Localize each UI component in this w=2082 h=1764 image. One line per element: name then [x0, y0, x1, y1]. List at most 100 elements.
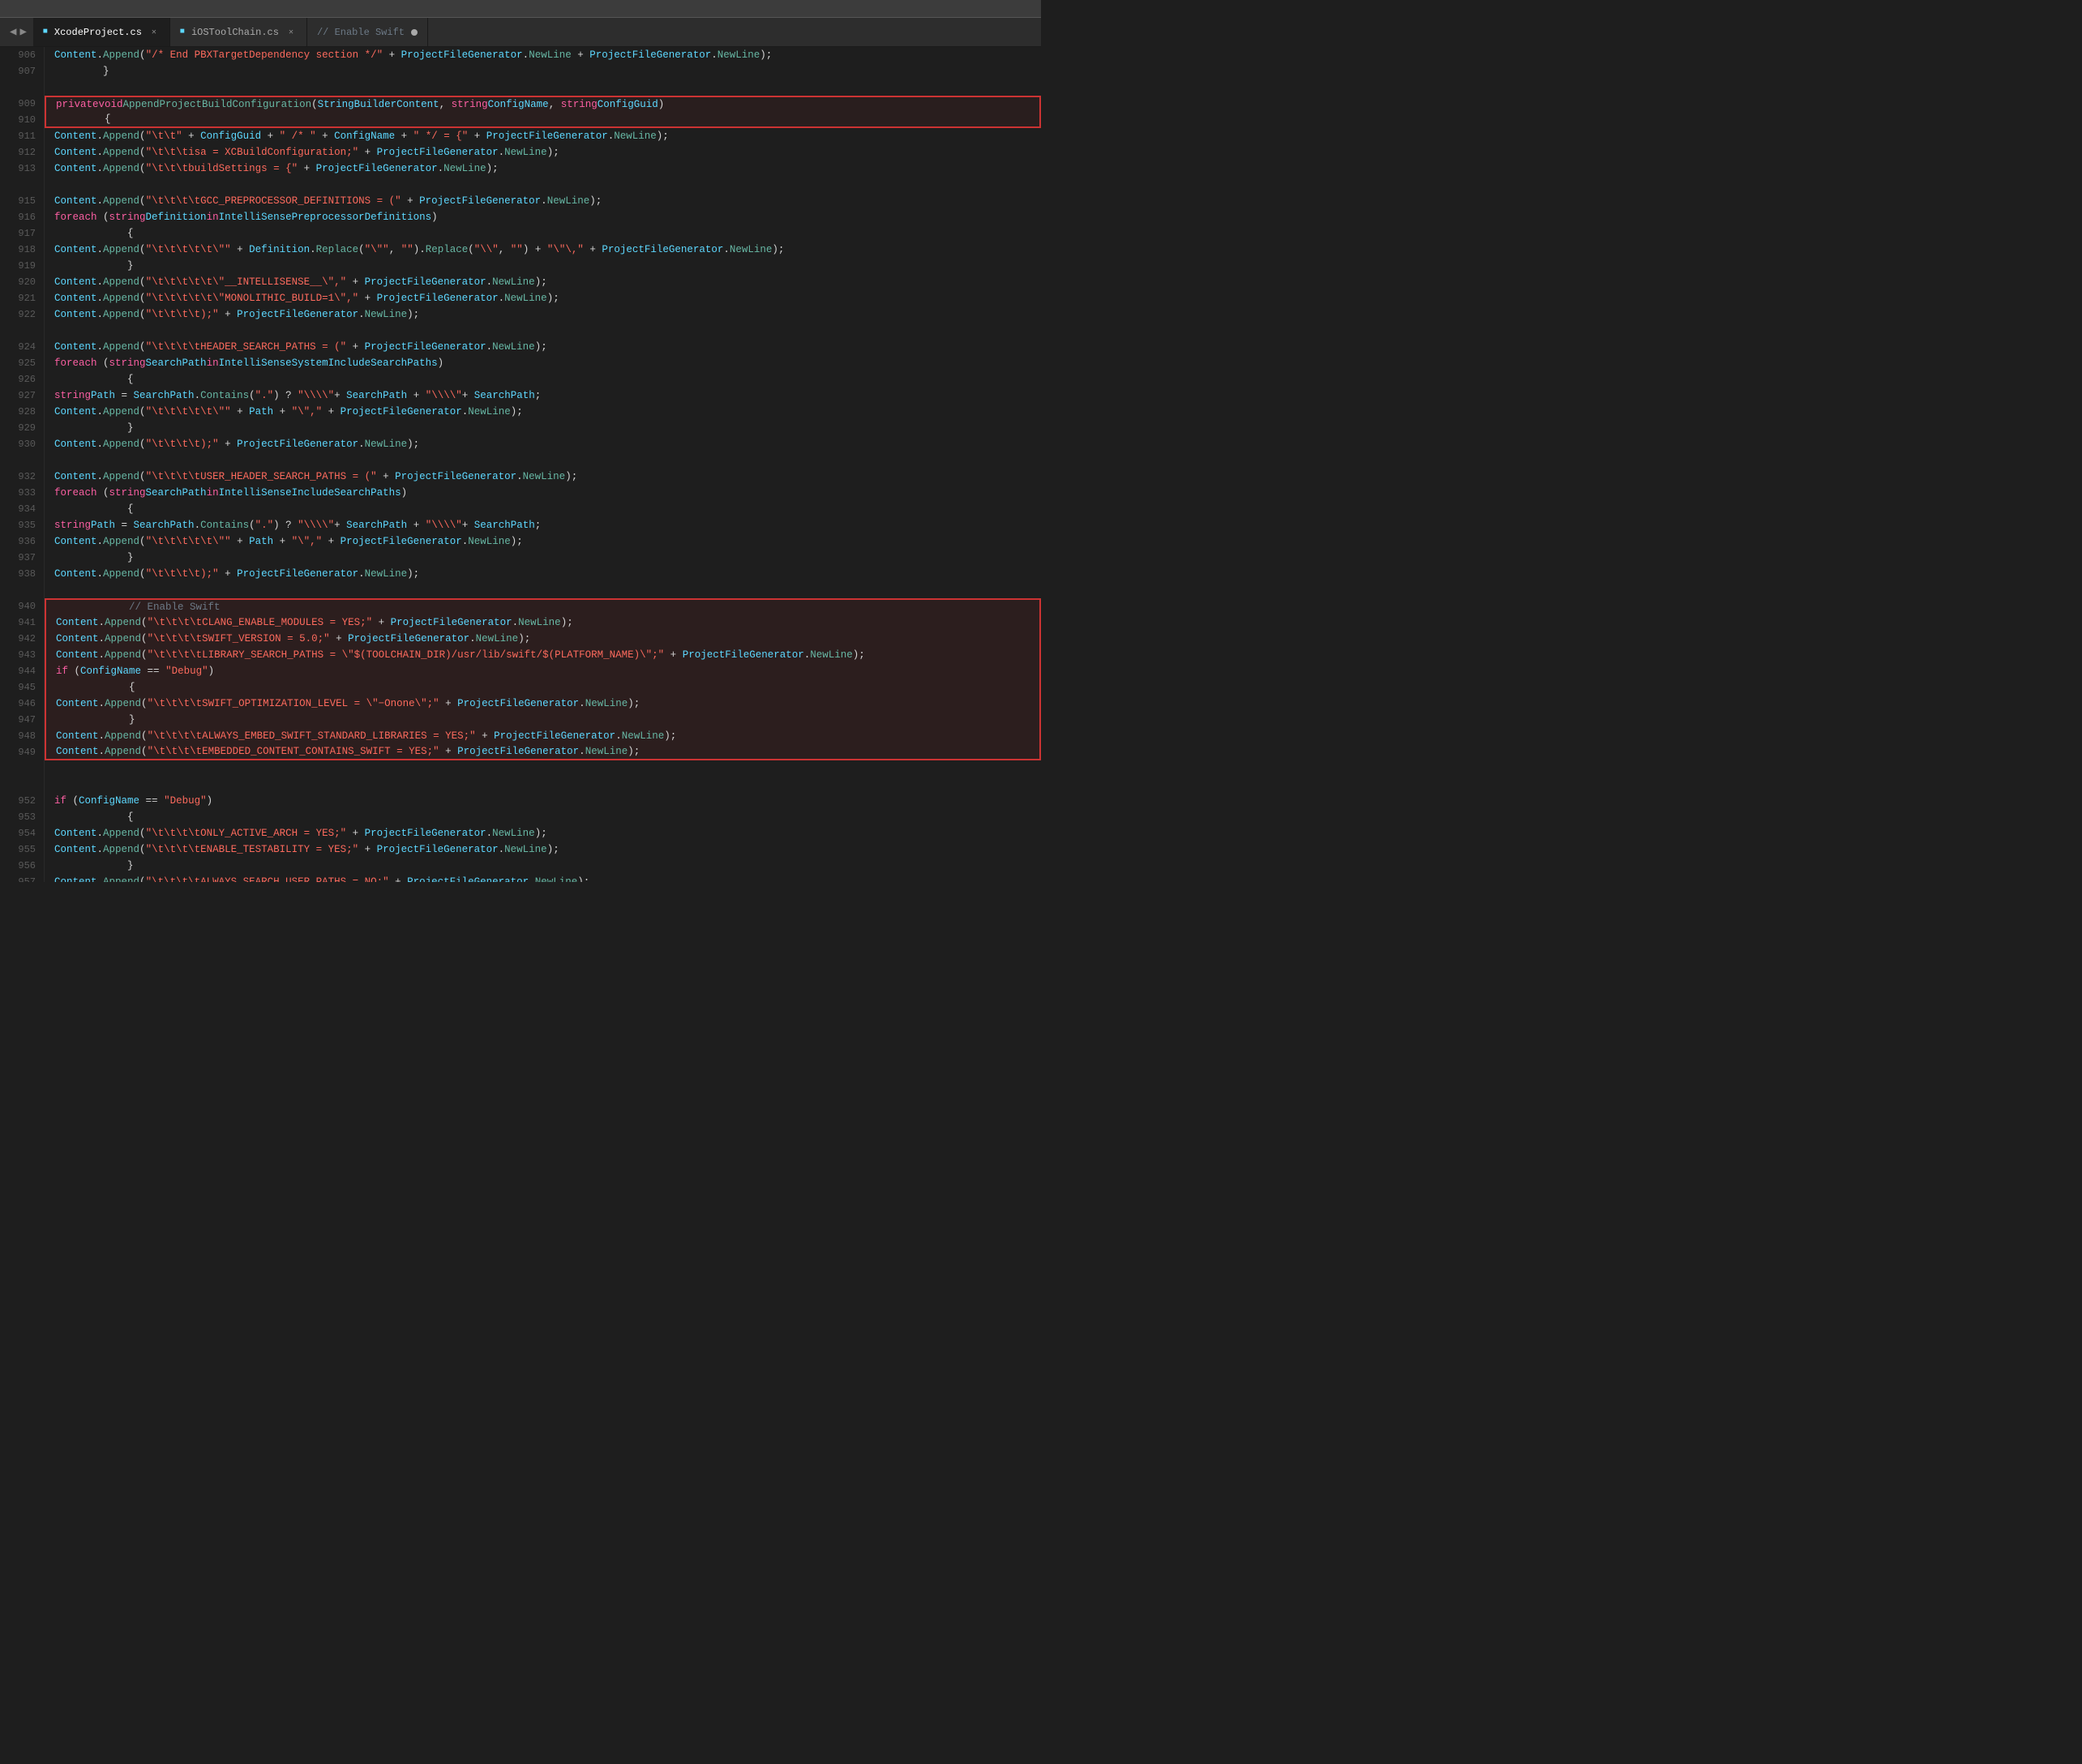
table-row: 942 Content.Append("\t\t\t\tSWIFT_VERSIO… [0, 631, 1041, 647]
table-row: 912 Content.Append("\t\t\tisa = XCBuildC… [0, 144, 1041, 161]
line-content: Content.Append("\t\t\t\tONLY_ACTIVE_ARCH… [45, 825, 1041, 841]
line-number: 933 [0, 485, 45, 501]
line-number: 954 [0, 825, 45, 841]
tab-unsaved-dot [411, 29, 418, 36]
line-number: 927 [0, 387, 45, 404]
line-number: 926 [0, 371, 45, 387]
line-number: 943 [0, 647, 45, 663]
table-row: 952 if (ConfigName == "Debug") [0, 793, 1041, 809]
table-row: 907 } [0, 63, 1041, 79]
line-content: Content.Append("\t\t\t\tALWAYS_EMBED_SWI… [45, 728, 1041, 744]
line-number: 953 [0, 809, 45, 825]
line-content [45, 582, 1041, 598]
table-row: 919 } [0, 258, 1041, 274]
line-content: { [45, 371, 1041, 387]
table-row: 929 } [0, 420, 1041, 436]
table-row [0, 777, 1041, 793]
line-number: 911 [0, 128, 45, 144]
tab-bar: ◀ ▶ ■ XcodeProject.cs ✕ ■ iOSToolChain.c… [0, 18, 1041, 47]
table-row: 944 if (ConfigName == "Debug") [0, 663, 1041, 679]
table-row: 922 Content.Append("\t\t\t\t);" + Projec… [0, 306, 1041, 323]
line-content: Content.Append("\t\t" + ConfigGuid + " /… [45, 128, 1041, 144]
table-row: 913 Content.Append("\t\t\tbuildSettings … [0, 161, 1041, 177]
line-content: } [45, 420, 1041, 436]
tab-xcode-project[interactable]: ■ XcodeProject.cs ✕ [33, 18, 170, 46]
code-wrapper: 906 Content.Append("/* End PBXTargetDepe… [0, 47, 1041, 882]
line-number: 929 [0, 420, 45, 436]
code-editor[interactable]: 906 Content.Append("/* End PBXTargetDepe… [0, 47, 1041, 882]
table-row: 948 Content.Append("\t\t\t\tALWAYS_EMBED… [0, 728, 1041, 744]
line-number: 919 [0, 258, 45, 274]
line-number: 947 [0, 712, 45, 728]
main-window: ◀ ▶ ■ XcodeProject.cs ✕ ■ iOSToolChain.c… [0, 0, 1041, 882]
tab-iostoolchain[interactable]: ■ iOSToolChain.cs ✕ [170, 18, 307, 46]
line-number: 934 [0, 501, 45, 517]
table-row: 916 foreach (string Definition in Intell… [0, 209, 1041, 225]
table-row [0, 177, 1041, 193]
table-row: 921 Content.Append("\t\t\t\t\t\"MONOLITH… [0, 290, 1041, 306]
line-content: } [45, 858, 1041, 874]
line-content: { [45, 679, 1041, 696]
line-number [0, 452, 45, 469]
line-number: 937 [0, 550, 45, 566]
line-content [45, 760, 1041, 777]
table-row: 937 } [0, 550, 1041, 566]
line-number: 920 [0, 274, 45, 290]
nav-arrows[interactable]: ◀ ▶ [3, 18, 33, 46]
line-number: 918 [0, 242, 45, 258]
line-content: Content.Append("\t\t\t\tENABLE_TESTABILI… [45, 841, 1041, 858]
line-content: Content.Append("\t\t\t\tSWIFT_OPTIMIZATI… [45, 696, 1041, 712]
table-row: 918 Content.Append("\t\t\t\t\t\"" + Defi… [0, 242, 1041, 258]
line-content: string Path = SearchPath.Contains(".") ?… [45, 517, 1041, 533]
table-row: 933 foreach (string SearchPath in Intell… [0, 485, 1041, 501]
nav-back-icon[interactable]: ◀ [10, 25, 16, 39]
line-content: Content.Append("/* End PBXTargetDependen… [45, 47, 1041, 63]
line-number [0, 177, 45, 193]
table-row [0, 582, 1041, 598]
line-content: Content.Append("\t\t\t\tALWAYS_SEARCH_US… [45, 874, 1041, 882]
line-number: 925 [0, 355, 45, 371]
line-content: Content.Append("\t\t\t\tLIBRARY_SEARCH_P… [45, 647, 1041, 663]
tab-close-icon[interactable]: ✕ [148, 27, 160, 38]
table-row: 910 { [0, 112, 1041, 128]
line-content: } [45, 550, 1041, 566]
line-number: 956 [0, 858, 45, 874]
line-number: 935 [0, 517, 45, 533]
line-content: { [45, 112, 1041, 128]
line-number: 915 [0, 193, 45, 209]
tab-icon2: ■ [180, 28, 185, 36]
line-content: } [45, 712, 1041, 728]
line-content: Content.Append("\t\t\t\t);" + ProjectFil… [45, 436, 1041, 452]
line-number: 946 [0, 696, 45, 712]
table-row: 935 string Path = SearchPath.Contains(".… [0, 517, 1041, 533]
line-content: Content.Append("\t\t\t\t\t\"" + Path + "… [45, 404, 1041, 420]
line-number: 941 [0, 614, 45, 631]
line-content: Content.Append("\t\t\t\t\t\"" + Definiti… [45, 242, 1041, 258]
line-number [0, 79, 45, 96]
line-number: 912 [0, 144, 45, 161]
table-row: 925 foreach (string SearchPath in Intell… [0, 355, 1041, 371]
table-row: 917 { [0, 225, 1041, 242]
line-number: 930 [0, 436, 45, 452]
line-content: Content.Append("\t\t\t\t\t\"MONOLITHIC_B… [45, 290, 1041, 306]
tab-close-icon2[interactable]: ✕ [285, 27, 297, 38]
table-row: 957 Content.Append("\t\t\t\tALWAYS_SEARC… [0, 874, 1041, 882]
tab-label: XcodeProject.cs [54, 27, 142, 38]
line-content: string Path = SearchPath.Contains(".") ?… [45, 387, 1041, 404]
line-number: 944 [0, 663, 45, 679]
nav-forward-icon[interactable]: ▶ [19, 25, 26, 39]
line-content: { [45, 225, 1041, 242]
line-content: { [45, 501, 1041, 517]
table-row [0, 760, 1041, 777]
line-number [0, 323, 45, 339]
tab-enable-swift[interactable]: // Enable Swift [307, 18, 428, 46]
line-content [45, 323, 1041, 339]
line-content [45, 452, 1041, 469]
line-number [0, 582, 45, 598]
line-content: Content.Append("\t\t\t\tSWIFT_VERSION = … [45, 631, 1041, 647]
line-number: 955 [0, 841, 45, 858]
tab-label2: iOSToolChain.cs [191, 27, 279, 38]
table-row: 930 Content.Append("\t\t\t\t);" + Projec… [0, 436, 1041, 452]
line-content: if (ConfigName == "Debug") [45, 793, 1041, 809]
table-row: 924 Content.Append("\t\t\t\tHEADER_SEARC… [0, 339, 1041, 355]
